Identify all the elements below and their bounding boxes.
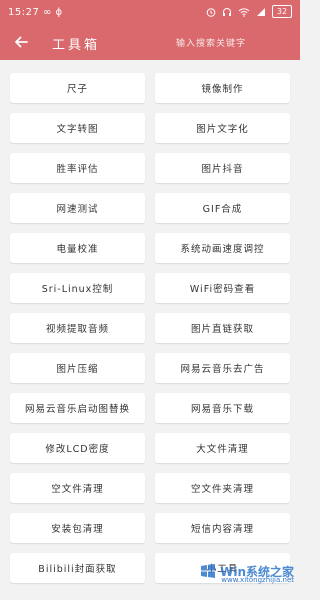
tool-button[interactable]: 短信内容清理 xyxy=(155,513,290,543)
tool-button[interactable]: 空文件清理 xyxy=(10,473,145,503)
tool-button[interactable]: 图片压缩 xyxy=(10,353,145,383)
app-toolbar: 工具箱 输入搜索关键字 xyxy=(0,26,300,60)
wifi-icon xyxy=(238,7,250,17)
tool-button[interactable]: 大文件清理 xyxy=(155,433,290,463)
status-left-icons: ∞ ϕ xyxy=(43,7,63,18)
tool-button[interactable]: 网易云音乐去广告 xyxy=(155,353,290,383)
tool-button[interactable]: 系统动画速度调控 xyxy=(155,233,290,263)
tool-button[interactable]: 电量校准 xyxy=(10,233,145,263)
tool-button[interactable]: 文字转图 xyxy=(10,113,145,143)
status-time: 15:27 xyxy=(8,7,40,18)
status-right: 32 xyxy=(206,5,292,18)
tool-button[interactable]: 镜像制作 xyxy=(155,73,290,103)
watermark: Win系统之家 www.xitongzhijia.net xyxy=(184,558,294,590)
search-input[interactable]: 输入搜索关键字 xyxy=(170,32,288,52)
tool-button[interactable]: 视频提取音频 xyxy=(10,313,145,343)
tool-button[interactable]: 修改LCD密度 xyxy=(10,433,145,463)
page-title: 工具箱 xyxy=(52,38,101,53)
tool-button[interactable]: 图片抖音 xyxy=(155,153,290,183)
arrow-left-icon xyxy=(15,36,28,48)
search-placeholder: 输入搜索关键字 xyxy=(176,38,247,49)
tool-grid: 尺子 镜像制作 文字转图 图片文字化 胜率评估 图片抖音 网速测试 GIF合成 … xyxy=(10,73,290,583)
signal-icon xyxy=(257,7,265,16)
tool-button[interactable]: 网易云音乐启动图替换 xyxy=(10,393,145,423)
tool-button[interactable]: 胜率评估 xyxy=(10,153,145,183)
tool-button[interactable]: 图片直链获取 xyxy=(155,313,290,343)
tool-button[interactable]: 尺子 xyxy=(10,73,145,103)
back-button[interactable] xyxy=(10,31,32,53)
headphones-icon xyxy=(223,7,231,16)
tool-button[interactable]: Sri-Linux控制 xyxy=(10,273,145,303)
tool-button[interactable]: 网易音乐下载 xyxy=(155,393,290,423)
tool-button[interactable]: 安装包清理 xyxy=(10,513,145,543)
windows-logo-icon xyxy=(201,564,216,578)
battery-indicator: 32 xyxy=(272,5,292,18)
tool-button[interactable]: 图片文字化 xyxy=(155,113,290,143)
status-bar: 15:27 ∞ ϕ 32 xyxy=(0,0,300,26)
alarm-icon xyxy=(206,7,216,17)
tool-button[interactable]: 网速测试 xyxy=(10,193,145,223)
tool-button[interactable]: Bilibili封面获取 xyxy=(10,553,145,583)
tool-button[interactable]: GIF合成 xyxy=(155,193,290,223)
watermark-domain: www.xitongzhijia.net xyxy=(221,576,294,584)
status-left: 15:27 ∞ ϕ xyxy=(8,7,63,18)
tool-button[interactable]: WiFi密码查看 xyxy=(155,273,290,303)
tool-button[interactable]: 空文件夹清理 xyxy=(155,473,290,503)
